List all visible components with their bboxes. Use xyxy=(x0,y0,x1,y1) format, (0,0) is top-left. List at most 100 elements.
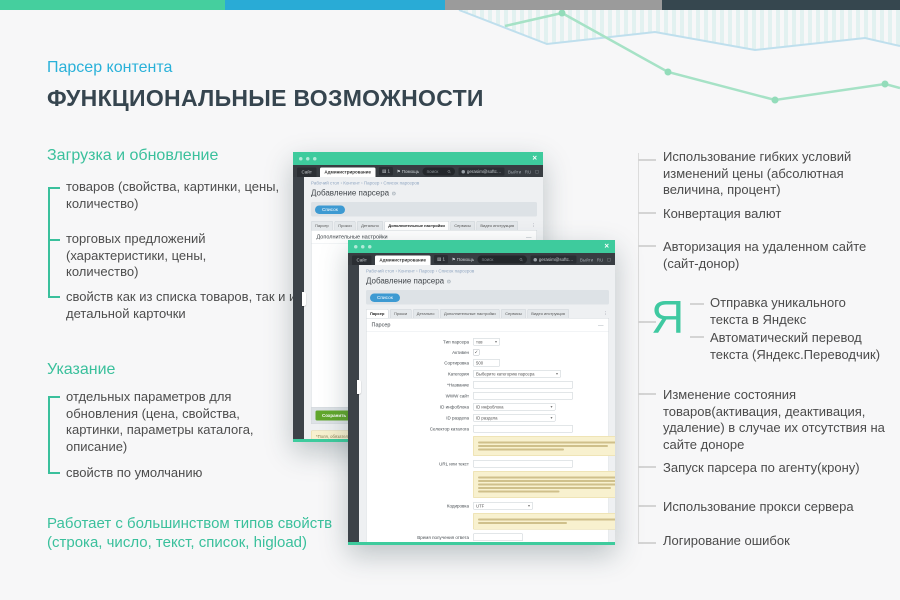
list-button[interactable]: Список xyxy=(370,294,400,303)
form-tab[interactable]: Видео инструкция xyxy=(527,309,569,318)
category-select[interactable]: Выберите категорию парсера▾ xyxy=(473,370,561,378)
window-icon[interactable]: ▢ xyxy=(607,257,611,263)
form-tab[interactable]: Сервисы xyxy=(501,309,526,318)
field-label: Категория xyxy=(367,371,474,376)
user-chip[interactable]: gerasim@softc… xyxy=(530,256,576,264)
breadcrumb[interactable]: Рабочий стол › Контент › Парсер › Список… xyxy=(311,181,537,186)
right-tick xyxy=(638,245,656,247)
collapse-icon[interactable]: — xyxy=(598,322,604,328)
chevron-down-icon: ▾ xyxy=(556,372,558,377)
form-tab[interactable]: Парсер xyxy=(311,221,333,230)
url-input[interactable] xyxy=(473,460,573,468)
toolbar-strip: Список xyxy=(366,290,609,305)
field-label: Кодировка xyxy=(367,503,474,508)
sort-input[interactable]: 500 xyxy=(473,359,500,367)
field-label: Селектор каталога xyxy=(367,426,474,431)
form-tab[interactable]: Видео инструкция xyxy=(476,221,518,230)
left-item: торговых предложений (характеристики, це… xyxy=(66,231,266,281)
window-dot-icon xyxy=(368,245,372,249)
search-input[interactable]: поиск xyxy=(478,256,527,264)
form-tab[interactable]: Сервисы xyxy=(450,221,475,230)
bar-segment-teal xyxy=(0,0,225,10)
iblock-select[interactable]: ID инфоблока▾ xyxy=(473,403,556,411)
left-bracket-line-2 xyxy=(48,396,50,474)
search-icon xyxy=(447,170,451,174)
menu-icon[interactable]: ▤ 1 xyxy=(379,167,393,176)
hint-box xyxy=(473,436,615,456)
right-item: Авторизация на удаленном сайте (сайт-дон… xyxy=(663,239,898,272)
left-bracket-tick xyxy=(48,187,60,189)
form-tab[interactable]: Детально xyxy=(357,221,383,230)
section-select[interactable]: ID раздела▾ xyxy=(473,414,556,422)
field-label: Время получения ответа xyxy=(367,535,474,540)
form-tab[interactable]: Прокси xyxy=(390,309,411,318)
selector-input[interactable] xyxy=(473,425,573,433)
lang-switch[interactable]: RU xyxy=(525,170,532,175)
form-tab[interactable]: Прокси xyxy=(334,221,355,230)
close-icon[interactable]: × xyxy=(532,155,537,163)
sidebar-handle[interactable] xyxy=(302,292,306,306)
right-item: Запуск парсера по агенту(крону) xyxy=(663,460,900,477)
bar-segment-dark xyxy=(662,0,900,10)
encoding-select[interactable]: UTF▾ xyxy=(473,502,533,510)
right-item-yandex: Отправка уникального текста в Яндекс xyxy=(710,295,875,328)
close-icon[interactable]: × xyxy=(604,243,609,251)
tab-site[interactable]: Сайт xyxy=(297,168,316,178)
admin-sidebar[interactable] xyxy=(348,265,359,545)
tab-site[interactable]: Сайт xyxy=(352,256,371,266)
name-input[interactable] xyxy=(473,381,573,389)
lang-switch[interactable]: RU xyxy=(597,258,604,263)
form-row: Тип парсера тов▾ xyxy=(367,338,609,346)
avatar xyxy=(533,258,537,262)
form-tab[interactable]: Дополнительные настройки xyxy=(384,221,449,230)
field-label: WWW сайт xyxy=(367,393,474,398)
right-tick xyxy=(690,336,704,338)
avatar xyxy=(461,170,465,174)
search-icon xyxy=(519,258,523,262)
admin-top-bar: Сайт Администрирование ▤ 1 ⚑ Помощь поис… xyxy=(293,165,543,177)
chevron-down-icon: ▾ xyxy=(550,405,552,410)
left-footnote: Работает с большинством типов свойств (с… xyxy=(47,514,347,552)
form-row: Сортировка 500 xyxy=(367,359,609,367)
right-tick xyxy=(638,212,656,214)
right-tick xyxy=(638,466,656,468)
tab-admin[interactable]: Администрирование xyxy=(375,256,431,266)
timeout-input[interactable] xyxy=(473,534,523,542)
user-chip[interactable]: gerasim@softc… xyxy=(458,168,504,176)
right-item: Использование прокси сервера xyxy=(663,499,900,516)
field-label: ID раздела xyxy=(367,415,474,420)
admin-sidebar[interactable] xyxy=(293,177,304,442)
page-kicker: Парсер контента xyxy=(47,59,172,77)
gear-icon[interactable]: ⚙ xyxy=(391,191,396,197)
help-link[interactable]: ⚑ Помощь xyxy=(452,257,475,263)
window-titlebar[interactable]: × xyxy=(293,152,543,165)
right-tick xyxy=(638,159,656,161)
sidebar-handle[interactable] xyxy=(357,380,361,394)
help-link[interactable]: ⚑ Помощь xyxy=(397,169,420,175)
logout-link[interactable]: Выйти xyxy=(580,258,593,263)
form-tab[interactable]: Детально xyxy=(413,309,439,318)
form-tab[interactable]: Парсер xyxy=(366,309,388,318)
breadcrumb[interactable]: Рабочий стол › Контент › Парсер › Список… xyxy=(366,269,609,274)
left-item: свойств как из списка товаров, так и из … xyxy=(66,289,316,322)
right-item-yandex: Автоматический перевод текста (Яндекс.Пе… xyxy=(710,330,900,363)
menu-icon[interactable]: ▤ 1 xyxy=(434,255,448,264)
form-row: Селектор каталога xyxy=(367,425,609,433)
gear-icon[interactable]: ⚙ xyxy=(446,279,451,285)
window-titlebar[interactable]: × xyxy=(348,240,615,253)
tab-admin[interactable]: Администрирование xyxy=(320,168,376,178)
logout-link[interactable]: Выйти xyxy=(508,170,521,175)
hint-box xyxy=(473,471,615,498)
window-icon[interactable]: ▢ xyxy=(535,169,539,175)
window-dot-icon xyxy=(354,245,358,249)
www-input[interactable] xyxy=(473,392,573,400)
form-tab[interactable]: Дополнительные настройки xyxy=(440,309,500,318)
field-label: ID инфоблока xyxy=(367,404,474,409)
search-input[interactable]: поиск xyxy=(423,168,455,176)
list-button[interactable]: Список xyxy=(315,206,345,215)
chevron-down-icon: ▾ xyxy=(528,504,530,509)
field-label: Активен xyxy=(367,350,474,355)
active-checkbox[interactable]: ✓ xyxy=(473,349,480,356)
form-row: URL или текст xyxy=(367,460,609,468)
type-select[interactable]: тов▾ xyxy=(473,338,500,346)
